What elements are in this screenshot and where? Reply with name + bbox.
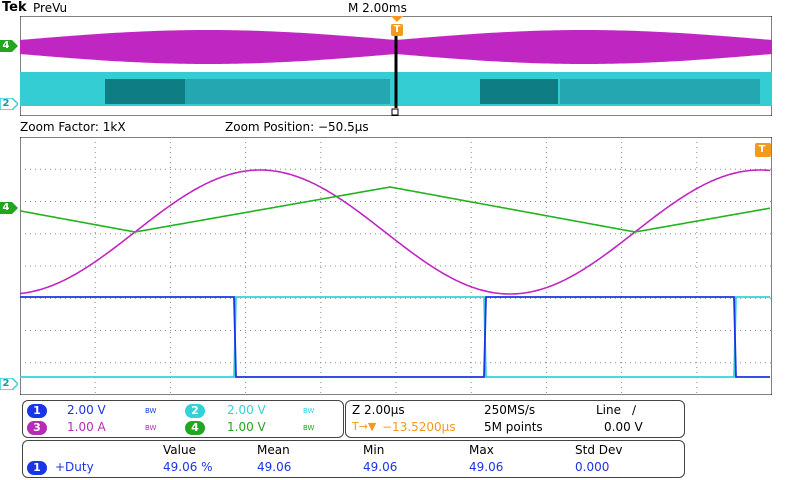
ch2-setting[interactable]: 2 2.00 V BW	[185, 403, 335, 418]
ch2-marker-label: 2	[2, 378, 10, 389]
ch3-scale: 1.00 A	[67, 420, 106, 434]
ch4-setting[interactable]: 4 1.00 V BW	[185, 420, 335, 435]
ch2-marker-label: 2	[2, 98, 10, 109]
channel-settings-panel: 1 2.00 V BW 2 2.00 V BW 3 1.00 A BW 4 1.…	[22, 400, 344, 438]
ch1-setting[interactable]: 1 2.00 V BW	[27, 403, 177, 418]
measure-header-std-dev: Std Dev	[575, 443, 623, 457]
trigger-level[interactable]: 0.00 V	[604, 420, 643, 434]
ch2-bw-icon: BW	[303, 407, 315, 415]
zoom-waveform-area[interactable]	[20, 137, 772, 395]
ch1-scale: 2.00 V	[67, 403, 106, 417]
ch1-badge: 1	[27, 404, 47, 418]
ch4-scale: 1.00 V	[227, 420, 266, 434]
ch3-badge: 3	[27, 421, 47, 435]
trigger-position-icon: T→▼	[352, 420, 377, 433]
ch4-bw-icon: BW	[303, 424, 315, 432]
ch2-ground-marker-overview[interactable]: 2	[0, 97, 20, 111]
ch4-marker-label: 4	[2, 202, 10, 213]
measure-header-mean: Mean	[257, 443, 290, 457]
trigger-level-marker[interactable]: T	[755, 143, 771, 157]
ch4-badge: 4	[185, 421, 205, 435]
ch1-bw-icon: BW	[145, 407, 157, 415]
measurement-mean: 49.06	[257, 460, 292, 474]
brand-logo: Tek	[2, 0, 27, 15]
trigger-position-marker[interactable]: T	[390, 16, 404, 38]
ch2-scale: 2.00 V	[227, 403, 266, 417]
measurement-value: 49.06 %	[163, 460, 213, 474]
status-bar: Tek PreVu M 2.00ms	[0, 0, 800, 16]
timing-trigger-panel: Z 2.00µs 250MS/s Line ∕ T→▼ −13.5200µs 5…	[345, 400, 685, 438]
sample-rate: 250MS/s	[484, 403, 536, 417]
measure-header-min: Min	[363, 443, 385, 457]
ch4-ground-marker-overview[interactable]: 4	[0, 40, 18, 52]
ch3-setting[interactable]: 3 1.00 A BW	[27, 420, 177, 435]
measurement-min: 49.06	[363, 460, 398, 474]
trigger-level-label: T	[758, 144, 766, 155]
ch3-bw-icon: BW	[145, 424, 157, 432]
ch4-marker-label: 4	[2, 40, 10, 51]
measurement-name: +Duty	[55, 460, 94, 474]
timebase-readout[interactable]: M 2.00ms	[348, 1, 407, 15]
zoom-scale[interactable]: Z 2.00µs	[352, 403, 405, 417]
measure-header-value: Value	[163, 443, 196, 457]
measurement-max: 49.06	[469, 460, 504, 474]
measurement-channel-badge: 1	[27, 461, 47, 475]
zoom-factor: Zoom Factor: 1kX	[20, 120, 126, 134]
measurement-std-dev: 0.000	[575, 460, 610, 474]
ch2-badge: 2	[185, 404, 205, 418]
measurements-panel: Value Mean Min Max Std Dev 1 +Duty 49.06…	[22, 440, 685, 478]
trigger-label: T	[393, 24, 401, 35]
acquisition-mode: PreVu	[33, 1, 68, 15]
measure-header-max: Max	[469, 443, 494, 457]
trigger-slope-icon[interactable]: ∕	[632, 403, 636, 417]
ch4-ground-marker[interactable]: 4	[0, 202, 18, 214]
record-length: 5M points	[484, 420, 543, 434]
trigger-offset[interactable]: −13.5200µs	[382, 420, 456, 434]
zoom-position[interactable]: Zoom Position: −50.5µs	[225, 120, 369, 134]
trigger-source[interactable]: Line	[596, 403, 621, 417]
measurement-row[interactable]: 1 +Duty 49.06 % 49.06 49.06 49.06 0.000	[27, 460, 677, 475]
ch2-ground-marker[interactable]: 2	[0, 377, 20, 391]
